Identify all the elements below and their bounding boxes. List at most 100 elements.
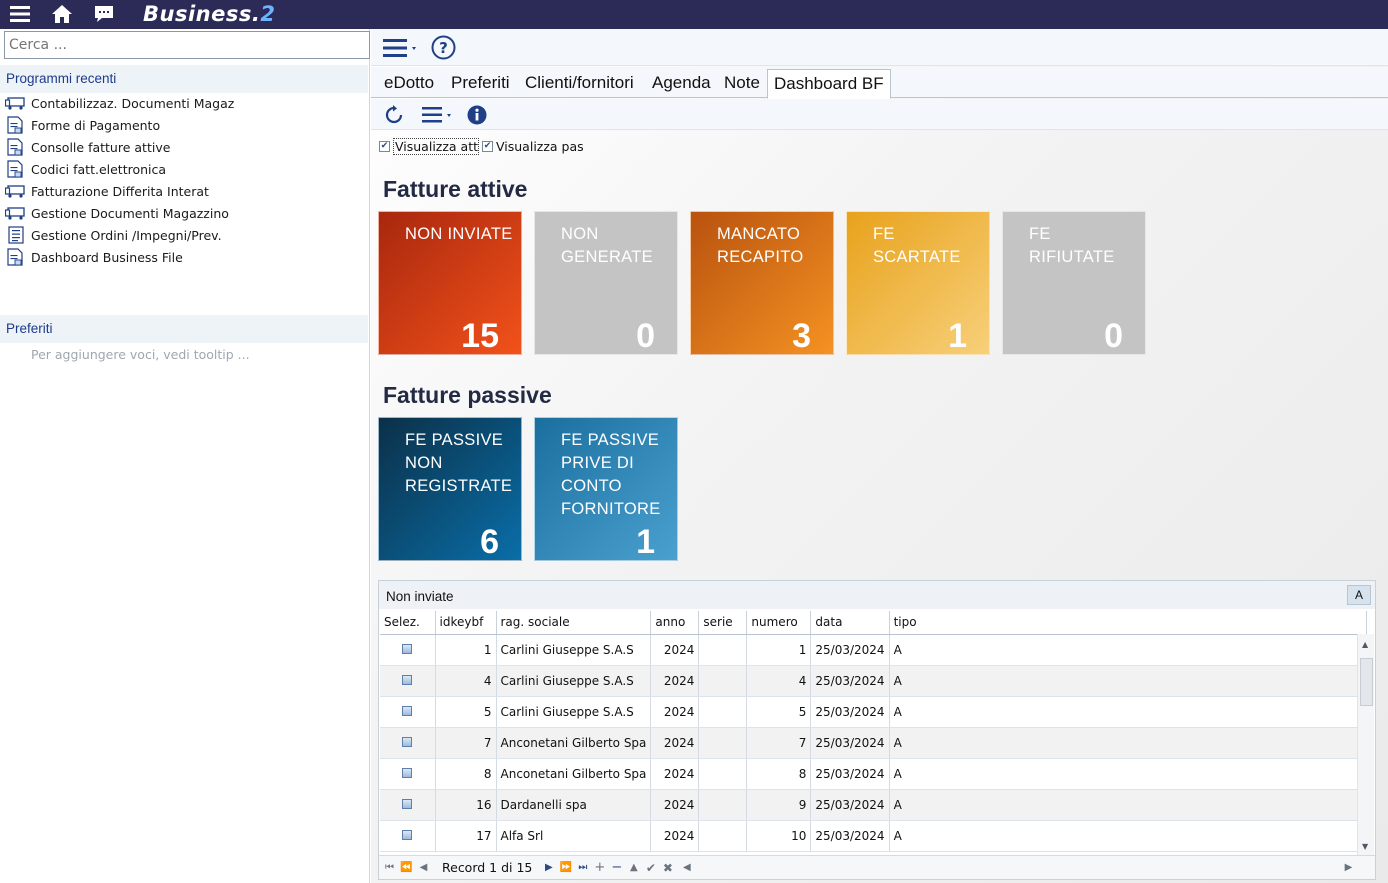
scroll-right-icon[interactable]: ▶ (1340, 858, 1357, 878)
tile-value: 1 (636, 523, 655, 561)
row-select-checkbox[interactable] (402, 674, 413, 685)
main-menu-icon[interactable] (383, 38, 417, 61)
row-select-checkbox[interactable] (402, 767, 413, 778)
dashboard-tile[interactable]: FE PASSIVE PRIVE DI CONTO FORNITORE 1 (534, 417, 678, 561)
edit-record-icon[interactable]: ▲ (625, 858, 642, 878)
row-select-cell[interactable] (380, 789, 436, 821)
col-numero[interactable]: numero (746, 611, 812, 635)
row-select-cell[interactable] (380, 634, 436, 666)
col-tipo[interactable]: tipo (889, 611, 1367, 635)
row-select-cell[interactable] (380, 820, 436, 852)
tab-agenda[interactable]: Agenda (646, 69, 717, 98)
scroll-up-icon[interactable]: ▲ (1362, 640, 1368, 649)
dashboard-tile[interactable]: FE SCARTATE 1 (846, 211, 990, 355)
show-active-label[interactable]: Visualizza attiv (393, 137, 479, 155)
non-inviate-grid: Non inviate A Selez. idkeybf rag. social… (378, 580, 1376, 880)
table-row[interactable]: 7 Anconetani Gilberto Spa 2024 7 25/03/2024 A (380, 727, 1367, 759)
next-block-icon[interactable]: ⏩ (557, 858, 574, 878)
row-select-cell[interactable] (380, 696, 436, 728)
row-select-cell[interactable] (380, 665, 436, 697)
tile-label: FE PASSIVE NON REGISTRATE (405, 431, 513, 495)
recent-program-item[interactable]: Contabilizzaz. Documenti Magaz (0, 92, 368, 114)
row-select-checkbox[interactable] (402, 643, 413, 654)
recent-program-item[interactable]: Fatturazione Differita Interat (0, 180, 368, 202)
row-select-checkbox[interactable] (402, 705, 413, 716)
dashboard-menu-icon[interactable] (422, 107, 456, 126)
truck-icon (5, 204, 26, 222)
col-rag-sociale[interactable]: rag. sociale (496, 611, 652, 635)
row-select-checkbox[interactable] (402, 798, 413, 809)
show-passive-label[interactable]: Visualizza pass (496, 139, 584, 154)
show-passive-checkbox[interactable]: ✔ (482, 140, 493, 152)
document-icon (5, 116, 26, 134)
col-selez[interactable]: Selez. (380, 611, 436, 635)
grid-a-button[interactable]: A (1347, 585, 1371, 605)
col-data[interactable]: data (810, 611, 890, 635)
prev-block-icon[interactable]: ⏪ (398, 858, 415, 878)
cell-data: 25/03/2024 (810, 758, 890, 790)
scroll-left-icon[interactable]: ◀ (678, 858, 695, 878)
col-idkeybf[interactable]: idkeybf (435, 611, 497, 635)
dashboard-tile[interactable]: FE RIFIUTATE 0 (1002, 211, 1146, 355)
recent-programs-list: Contabilizzaz. Documenti Magaz Forme di P… (0, 92, 368, 268)
table-row[interactable]: 1 Carlini Giuseppe S.A.S 2024 1 25/03/2024 A (380, 634, 1367, 666)
refresh-icon[interactable] (384, 105, 404, 128)
table-row[interactable]: 8 Anconetani Gilberto Spa 2024 8 25/03/2024 A (380, 758, 1367, 790)
scroll-down-icon[interactable]: ▼ (1362, 842, 1368, 851)
search-input[interactable] (4, 31, 370, 59)
vertical-scrollbar[interactable]: ▲ ▼ (1357, 634, 1374, 856)
cell-serie (698, 820, 748, 852)
recent-program-item[interactable]: Dashboard Business File (0, 246, 368, 268)
brand-logo: Business.2 (143, 2, 276, 26)
recent-program-item[interactable]: Consolle fatture attive (0, 136, 368, 158)
dashboard-tile[interactable]: NON GENERATE 0 (534, 211, 678, 355)
add-record-icon[interactable]: + (591, 858, 608, 878)
prev-record-icon[interactable]: ◀ (415, 858, 432, 878)
main-area: ? eDotto Preferiti Clienti/fornitori Age… (371, 29, 1388, 883)
recent-programs-header: Programmi recenti (0, 65, 368, 93)
delete-record-icon[interactable]: − (608, 858, 625, 878)
menu-icon[interactable] (7, 3, 33, 25)
show-active-checkbox[interactable]: ✔ (379, 140, 390, 152)
cell-anno: 2024 (650, 820, 700, 852)
svg-text:?: ? (439, 39, 448, 57)
table-row[interactable]: 5 Carlini Giuseppe S.A.S 2024 5 25/03/2024 A (380, 696, 1367, 728)
cell-rag-sociale: Carlini Giuseppe S.A.S (496, 696, 652, 728)
table-row[interactable]: 4 Carlini Giuseppe S.A.S 2024 4 25/03/2024 A (380, 665, 1367, 697)
cell-rag-sociale: Carlini Giuseppe S.A.S (496, 634, 652, 666)
home-icon[interactable] (49, 3, 75, 25)
tile-value: 0 (1104, 317, 1123, 355)
confirm-icon[interactable]: ✔ (642, 858, 659, 878)
help-icon[interactable]: ? (431, 35, 456, 63)
dashboard-tile[interactable]: MANCATO RECAPITO 3 (690, 211, 834, 355)
dashboard-tile[interactable]: FE PASSIVE NON REGISTRATE 6 (378, 417, 522, 561)
col-serie[interactable]: serie (698, 611, 748, 635)
scroll-thumb[interactable] (1360, 658, 1373, 706)
row-select-cell[interactable] (380, 727, 436, 759)
row-select-checkbox[interactable] (402, 829, 413, 840)
info-icon[interactable] (467, 105, 487, 128)
first-page-icon[interactable]: ⏮ (381, 858, 398, 878)
recent-program-item[interactable]: Gestione Documenti Magazzino (0, 202, 368, 224)
recent-program-item[interactable]: Gestione Ordini /Impegni/Prev. (0, 224, 368, 246)
row-select-checkbox[interactable] (402, 736, 413, 747)
tab-edotto[interactable]: eDotto (378, 69, 440, 98)
col-anno[interactable]: anno (650, 611, 700, 635)
cell-rag-sociale: Alfa Srl (496, 820, 652, 852)
cancel-icon[interactable]: ✖ (659, 858, 676, 878)
grid-pager: ⏮ ⏪ ◀ Record 1 di 15 ▶ ⏩ ⏭ + − ▲ ✔ ✖ ◀ ▶ (379, 855, 1375, 879)
tab-preferiti[interactable]: Preferiti (445, 69, 516, 98)
truck-icon (5, 182, 26, 200)
chat-icon[interactable] (91, 3, 117, 25)
recent-program-item[interactable]: Forme di Pagamento (0, 114, 368, 136)
tab-clienti-fornitori[interactable]: Clienti/fornitori (519, 69, 640, 98)
row-select-cell[interactable] (380, 758, 436, 790)
next-record-icon[interactable]: ▶ (540, 858, 557, 878)
tab-note[interactable]: Note (718, 69, 766, 98)
table-row[interactable]: 16 Dardanelli spa 2024 9 25/03/2024 A (380, 789, 1367, 821)
table-row[interactable]: 17 Alfa Srl 2024 10 25/03/2024 A (380, 820, 1367, 852)
dashboard-tile[interactable]: NON INVIATE 15 (378, 211, 522, 355)
tab-dashboard-bf[interactable]: Dashboard BF (767, 69, 891, 99)
last-page-icon[interactable]: ⏭ (574, 858, 591, 878)
recent-program-item[interactable]: Codici fatt.elettronica (0, 158, 368, 180)
